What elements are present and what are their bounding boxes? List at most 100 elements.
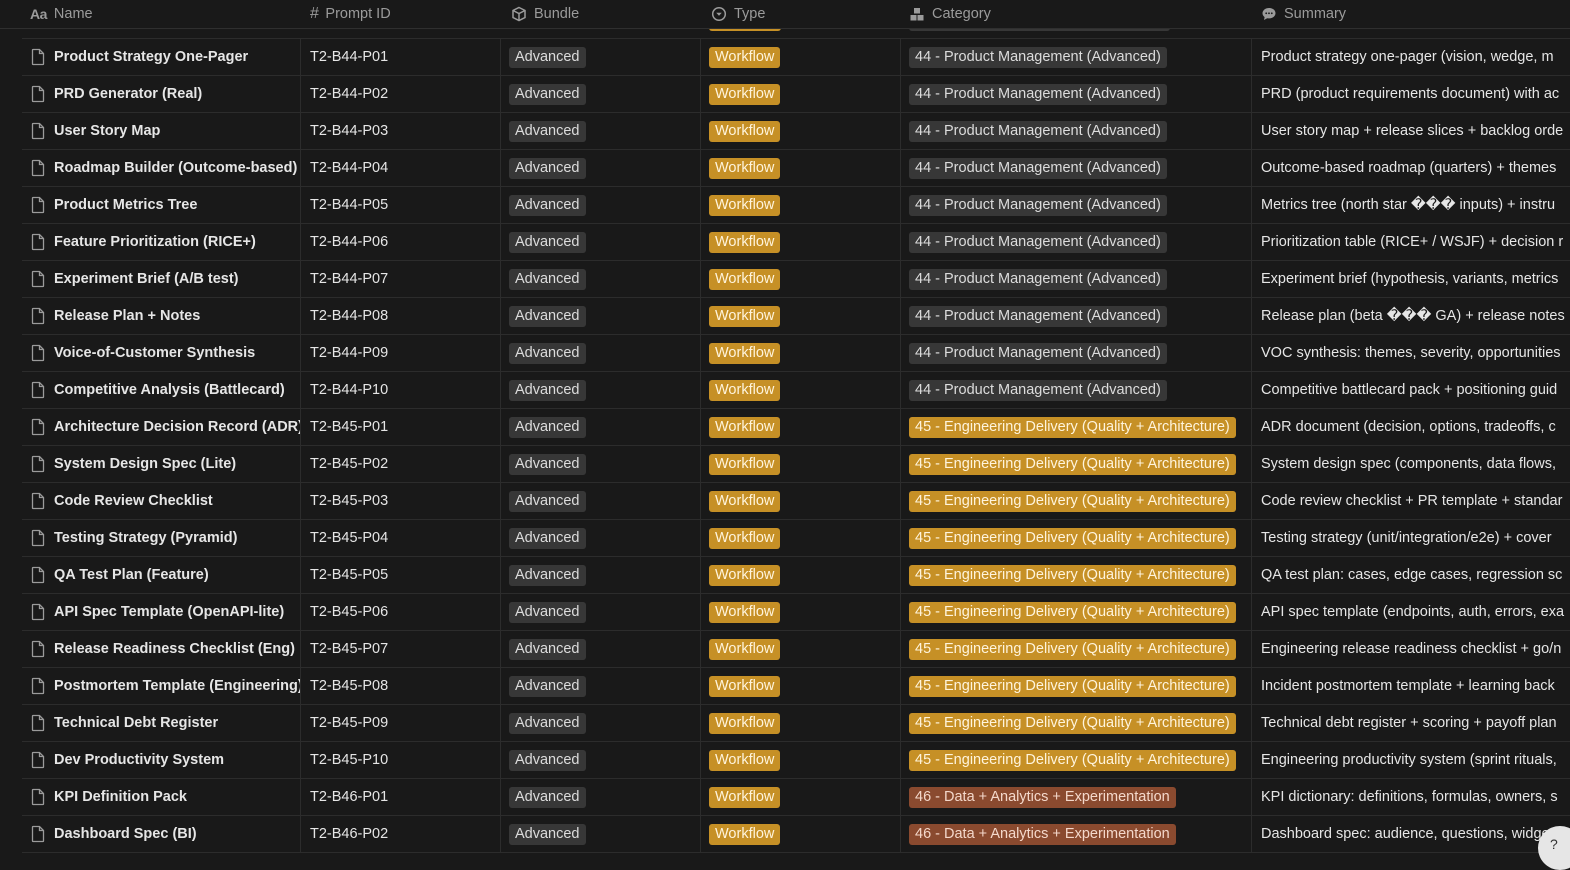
table-row[interactable]: Dev Productivity System T2-B45-P10 Advan… xyxy=(22,742,1570,779)
prompt-id-cell[interactable]: T2-B44-P05 xyxy=(301,187,501,223)
prompt-id-cell[interactable]: T2-B44-P07 xyxy=(301,261,501,297)
prompt-id-cell[interactable]: T2-B44-P02 xyxy=(301,76,501,112)
type-cell[interactable]: Workflow xyxy=(701,409,901,445)
name-cell[interactable]: Feature Prioritization (RICE+) xyxy=(22,224,301,260)
type-cell[interactable]: Workflow xyxy=(701,76,901,112)
table-row[interactable]: Code Review Checklist T2-B45-P03 Advance… xyxy=(22,483,1570,520)
name-cell[interactable]: Release Plan + Notes xyxy=(22,298,301,334)
category-cell[interactable]: 45 - Engineering Delivery (Quality + Arc… xyxy=(901,446,1252,482)
type-cell[interactable]: Workflow xyxy=(701,335,901,371)
help-button[interactable]: ? xyxy=(1538,826,1570,870)
category-cell[interactable]: 44 - Product Management (Advanced) xyxy=(901,39,1252,75)
category-cell[interactable]: 45 - Engineering Delivery (Quality + Arc… xyxy=(901,742,1252,778)
column-header-bundle[interactable]: Bundle xyxy=(510,0,579,28)
category-cell[interactable]: 45 - Engineering Delivery (Quality + Arc… xyxy=(901,705,1252,741)
summary-cell[interactable]: Engineering productivity system (sprint … xyxy=(1252,742,1570,778)
table-row[interactable]: Postmortem Template (Engineering) T2-B45… xyxy=(22,668,1570,705)
category-cell[interactable]: 45 - Engineering Delivery (Quality + Arc… xyxy=(901,409,1252,445)
name-cell[interactable]: API Spec Template (OpenAPI-lite) xyxy=(22,594,301,630)
bundle-cell[interactable]: Advanced xyxy=(501,39,701,75)
bundle-cell[interactable]: Advanced xyxy=(501,76,701,112)
summary-cell[interactable]: System design spec (components, data flo… xyxy=(1252,446,1570,482)
name-cell[interactable]: Product Strategy One-Pager xyxy=(22,39,301,75)
bundle-cell[interactable]: Advanced xyxy=(501,298,701,334)
prompt-id-cell[interactable]: T2-B45-P08 xyxy=(301,668,501,704)
bundle-cell[interactable]: Advanced xyxy=(501,557,701,593)
column-header-type[interactable]: Type xyxy=(710,0,765,28)
summary-cell[interactable]: Engineering release readiness checklist … xyxy=(1252,631,1570,667)
summary-cell[interactable]: Technical debt register + scoring + payo… xyxy=(1252,705,1570,741)
category-cell[interactable]: 44 - Product Management (Advanced) xyxy=(901,372,1252,408)
prompt-id-cell[interactable]: T2-B45-P03 xyxy=(301,483,501,519)
prompt-id-cell[interactable]: T2-B44-P08 xyxy=(301,298,501,334)
prompt-id-cell[interactable]: T2-B46-P01 xyxy=(301,779,501,815)
prompt-id-cell[interactable]: T2-B44-P01 xyxy=(301,39,501,75)
bundle-cell[interactable]: Advanced xyxy=(501,742,701,778)
name-cell[interactable]: Dashboard Spec (BI) xyxy=(22,816,301,852)
type-cell[interactable]: Workflow xyxy=(701,594,901,630)
name-cell[interactable]: Testing Strategy (Pyramid) xyxy=(22,520,301,556)
type-cell[interactable]: Workflow xyxy=(701,705,901,741)
category-cell[interactable]: 46 - Data + Analytics + Experimentation xyxy=(901,779,1252,815)
bundle-cell[interactable]: Advanced xyxy=(501,335,701,371)
summary-cell[interactable]: KPI dictionary: definitions, formulas, o… xyxy=(1252,779,1570,815)
category-cell[interactable]: 45 - Engineering Delivery (Quality + Arc… xyxy=(901,668,1252,704)
table-row[interactable]: Product Strategy One-Pager T2-B44-P01 Ad… xyxy=(22,39,1570,76)
bundle-cell[interactable]: Advanced xyxy=(501,261,701,297)
table-row[interactable]: Feature Prioritization (RICE+) T2-B44-P0… xyxy=(22,224,1570,261)
summary-cell[interactable]: API spec template (endpoints, auth, erro… xyxy=(1252,594,1570,630)
category-cell[interactable]: 45 - Engineering Delivery (Quality + Arc… xyxy=(901,557,1252,593)
summary-cell[interactable]: Prioritization table (RICE+ / WSJF) + de… xyxy=(1252,224,1570,260)
table-row[interactable]: QA Test Plan (Feature) T2-B45-P05 Advanc… xyxy=(22,557,1570,594)
type-cell[interactable]: Workflow xyxy=(701,483,901,519)
name-cell[interactable]: User Story Map xyxy=(22,113,301,149)
category-cell[interactable]: 44 - Product Management (Advanced) xyxy=(901,261,1252,297)
summary-cell[interactable]: Experiment brief (hypothesis, variants, … xyxy=(1252,261,1570,297)
name-cell[interactable]: Postmortem Template (Engineering) xyxy=(22,668,301,704)
type-cell[interactable]: Workflow xyxy=(701,557,901,593)
bundle-cell[interactable]: Advanced xyxy=(501,372,701,408)
column-header-summary[interactable]: Summary xyxy=(1260,0,1346,28)
name-cell[interactable]: Technical Debt Register xyxy=(22,705,301,741)
type-cell[interactable]: Workflow xyxy=(701,779,901,815)
name-cell[interactable]: Experiment Brief (A/B test) xyxy=(22,261,301,297)
name-cell[interactable]: Voice-of-Customer Synthesis xyxy=(22,335,301,371)
summary-cell[interactable]: QA test plan: cases, edge cases, regress… xyxy=(1252,557,1570,593)
type-cell[interactable]: Workflow xyxy=(701,298,901,334)
type-cell[interactable]: Workflow xyxy=(701,39,901,75)
category-cell[interactable]: 45 - Engineering Delivery (Quality + Arc… xyxy=(901,631,1252,667)
column-header-prompt-id[interactable]: # Prompt ID xyxy=(310,0,391,28)
category-cell[interactable]: 44 - Product Management (Advanced) xyxy=(901,76,1252,112)
bundle-cell[interactable]: Advanced xyxy=(501,187,701,223)
type-cell[interactable]: Workflow xyxy=(701,446,901,482)
table-row[interactable]: Voice-of-Customer Synthesis T2-B44-P09 A… xyxy=(22,335,1570,372)
type-cell[interactable]: Workflow xyxy=(701,113,901,149)
table-row[interactable]: System Design Spec (Lite) T2-B45-P02 Adv… xyxy=(22,446,1570,483)
summary-cell[interactable]: Testing strategy (unit/integration/e2e) … xyxy=(1252,520,1570,556)
type-cell[interactable]: Workflow xyxy=(701,816,901,852)
table-row[interactable]: KPI Definition Pack T2-B46-P01 Advanced … xyxy=(22,779,1570,816)
name-cell[interactable]: Dev Productivity System xyxy=(22,742,301,778)
type-cell[interactable]: Workflow xyxy=(701,742,901,778)
type-cell[interactable]: Workflow xyxy=(701,224,901,260)
table-row[interactable]: Technical Debt Register T2-B45-P09 Advan… xyxy=(22,705,1570,742)
summary-cell[interactable]: Competitive battlecard pack + positionin… xyxy=(1252,372,1570,408)
type-cell[interactable]: Workflow xyxy=(701,187,901,223)
bundle-cell[interactable]: Advanced xyxy=(501,594,701,630)
table-row[interactable]: Release Plan + Notes T2-B44-P08 Advanced… xyxy=(22,298,1570,335)
bundle-cell[interactable]: Advanced xyxy=(501,409,701,445)
prompt-id-cell[interactable]: T2-B44-P04 xyxy=(301,150,501,186)
name-cell[interactable]: Architecture Decision Record (ADR) xyxy=(22,409,301,445)
bundle-cell[interactable]: Advanced xyxy=(501,705,701,741)
type-cell[interactable]: Workflow xyxy=(701,520,901,556)
table-row[interactable]: Architecture Decision Record (ADR) T2-B4… xyxy=(22,409,1570,446)
name-cell[interactable]: Release Readiness Checklist (Eng) xyxy=(22,631,301,667)
column-header-name[interactable]: Aa Name xyxy=(30,0,93,28)
prompt-id-cell[interactable]: T2-B45-P10 xyxy=(301,742,501,778)
category-cell[interactable]: 44 - Product Management (Advanced) xyxy=(901,113,1252,149)
prompt-id-cell[interactable]: T2-B46-P02 xyxy=(301,816,501,852)
type-cell[interactable]: Workflow xyxy=(701,372,901,408)
prompt-id-cell[interactable]: T2-B45-P06 xyxy=(301,594,501,630)
prompt-id-cell[interactable]: T2-B45-P07 xyxy=(301,631,501,667)
prompt-id-cell[interactable]: T2-B44-P10 xyxy=(301,372,501,408)
